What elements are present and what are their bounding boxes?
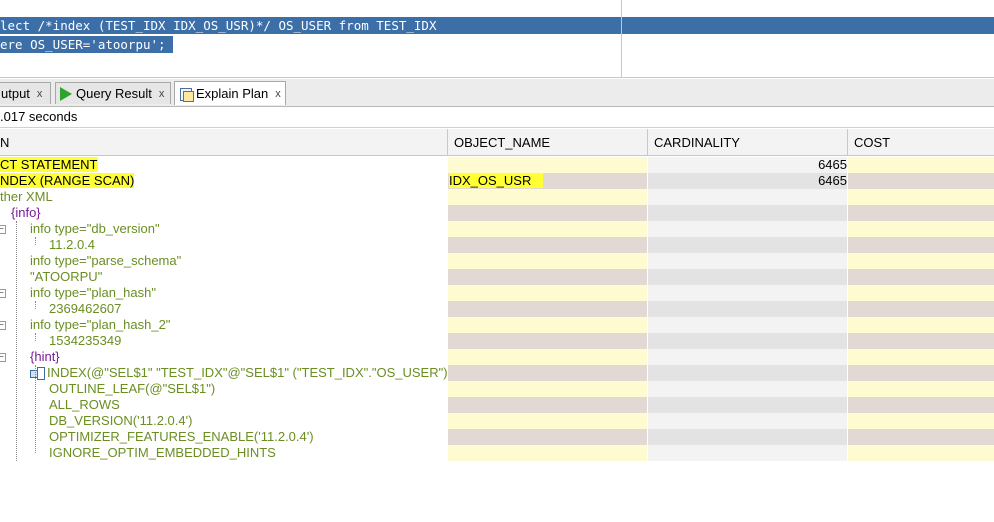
close-icon[interactable]: x — [37, 88, 43, 100]
table-row[interactable]: INDEX(@"SEL$1" "TEST_IDX"@"SEL$1" ("TEST… — [0, 365, 994, 381]
operation-text: 1534235349 — [49, 333, 122, 348]
operation-text: OUTLINE_LEAF(@"SEL$1") — [49, 381, 216, 396]
play-icon — [60, 86, 72, 101]
operation-text: {info} — [11, 205, 41, 220]
results-tab-strip: utput x Query Result x Explain Plan x — [0, 79, 994, 107]
tree-guide — [16, 221, 17, 461]
tab-script-output[interactable]: utput x — [0, 82, 51, 104]
table-row[interactable]: 11.2.0.4 — [0, 237, 994, 253]
close-icon[interactable]: x — [159, 88, 165, 100]
object-name-cell: IDX_OS_USR — [449, 173, 544, 188]
column-header-operation[interactable]: N — [0, 129, 447, 155]
operation-text: info type="db_version" — [30, 221, 160, 236]
operation-text: DB_VERSION('11.2.0.4') — [49, 413, 193, 428]
execution-time-status: .017 seconds — [0, 107, 994, 128]
operation-text: info type="plan_hash" — [30, 285, 156, 300]
explain-plan-icon — [179, 87, 194, 102]
cardinality-cell: 6465 — [648, 173, 847, 189]
column-header-cardinality[interactable]: CARDINALITY — [647, 129, 847, 155]
tab-label: utput — [1, 86, 30, 101]
tree-guide — [35, 237, 36, 245]
table-row[interactable]: 2369462607 — [0, 301, 994, 317]
tree-guide — [35, 365, 36, 453]
operation-text: CT STATEMENT — [0, 157, 98, 172]
operation-text: ALL_ROWS — [49, 397, 120, 412]
operation-text: INDEX(@"SEL$1" "TEST_IDX"@"SEL$1" ("TEST… — [47, 365, 447, 380]
index-icon — [30, 367, 45, 380]
tab-label: Query Result — [76, 86, 152, 101]
operation-text: {hint} — [30, 349, 60, 364]
table-row[interactable]: IGNORE_OPTIM_EMBEDDED_HINTS — [0, 445, 994, 461]
cost-cell — [848, 173, 994, 189]
column-header-cost[interactable]: COST — [847, 129, 994, 155]
table-row[interactable]: − info type="plan_hash" — [0, 285, 994, 301]
sql-line-2[interactable]: ere OS_USER='atoorpu'; — [0, 36, 173, 53]
table-row[interactable]: "ATOORPU" — [0, 269, 994, 285]
editor-margin-divider — [621, 0, 622, 77]
operation-text: IGNORE_OPTIM_EMBEDDED_HINTS — [49, 445, 276, 460]
tab-query-result[interactable]: Query Result x — [55, 82, 171, 104]
table-row[interactable]: DB_VERSION('11.2.0.4') — [0, 413, 994, 429]
object-name-cell — [448, 157, 647, 173]
table-row[interactable]: OUTLINE_LEAF(@"SEL$1") — [0, 381, 994, 397]
operation-text: "ATOORPU" — [30, 269, 103, 284]
table-row[interactable]: ALL_ROWS — [0, 397, 994, 413]
table-row[interactable]: OPTIMIZER_FEATURES_ENABLE('11.2.0.4') — [0, 429, 994, 445]
operation-text: info type="plan_hash_2" — [30, 317, 171, 332]
table-row[interactable]: − info type="db_version" — [0, 221, 994, 237]
cost-cell — [848, 157, 994, 173]
column-header-object-name[interactable]: OBJECT_NAME — [447, 129, 647, 155]
table-row[interactable]: {info} — [0, 205, 994, 221]
tab-explain-plan[interactable]: Explain Plan x — [174, 81, 286, 105]
tree-guide — [35, 333, 36, 341]
operation-text: NDEX (RANGE SCAN) — [0, 173, 135, 188]
operation-text: OPTIMIZER_FEATURES_ENABLE('11.2.0.4') — [49, 429, 314, 444]
operation-text: 2369462607 — [49, 301, 122, 316]
tab-label: Explain Plan — [196, 86, 269, 101]
table-row[interactable]: NDEX (RANGE SCAN) IDX_OS_USR 6465 — [0, 173, 994, 189]
table-row[interactable]: − info type="plan_hash_2" — [0, 317, 994, 333]
operation-text: 11.2.0.4 — [49, 237, 96, 252]
operation-text: ther XML — [0, 189, 53, 204]
tree-guide — [35, 301, 36, 309]
sql-editor[interactable]: lect /*index (TEST_IDX IDX_OS_USR)*/ OS_… — [0, 0, 994, 78]
table-row[interactable]: info type="parse_schema" — [0, 253, 994, 269]
table-row[interactable]: − {hint} — [0, 349, 994, 365]
table-row[interactable]: CT STATEMENT 6465 — [0, 157, 994, 173]
table-row[interactable]: 1534235349 — [0, 333, 994, 349]
table-row[interactable]: ther XML — [0, 189, 994, 205]
close-icon[interactable]: x — [275, 88, 281, 100]
cardinality-cell: 6465 — [648, 157, 847, 173]
operation-text: info type="parse_schema" — [30, 253, 182, 268]
sql-line-1[interactable]: lect /*index (TEST_IDX IDX_OS_USR)*/ OS_… — [0, 17, 994, 34]
plan-grid-header: N OBJECT_NAME CARDINALITY COST — [0, 129, 994, 156]
